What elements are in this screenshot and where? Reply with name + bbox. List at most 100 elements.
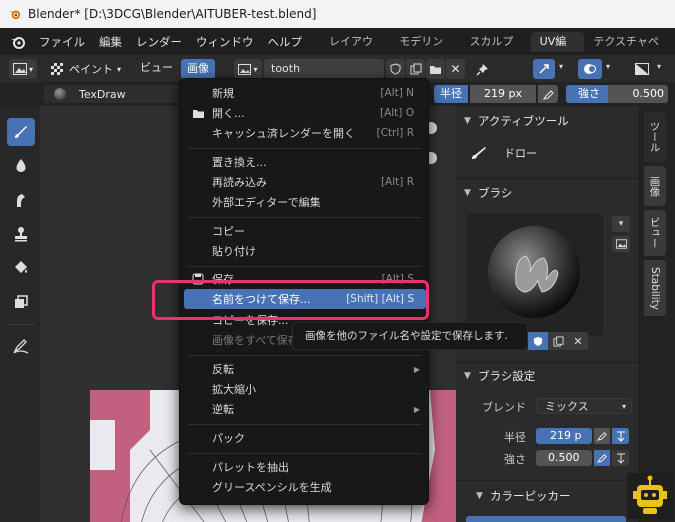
shield-icon [533,336,543,346]
bucket-icon [15,261,27,273]
menu-item-open-cached-render[interactable]: キャッシュ済レンダーを開く [Ctrl] R [184,123,426,143]
tab-tool[interactable]: ツール [644,112,666,162]
submenu-arrow-icon: ▶ [413,404,420,414]
view-menu[interactable]: ビュー [134,59,179,75]
brush-strength-pressure-button[interactable] [594,450,610,466]
window-title: Blender* [D:\3DCG\Blender\AITUBER-test.b… [28,7,317,21]
duplicate-image-button[interactable] [406,59,425,79]
menu-item-generate-grease-pencil[interactable]: グリースペンシルを生成 [184,477,426,497]
brush-settings-header[interactable]: ▼ ブラシ設定 [456,365,639,387]
fake-user-button[interactable] [386,59,405,79]
brush-radius-unit-button[interactable] [612,428,629,444]
menu-item-new[interactable]: 新規 [Alt] N [184,83,426,103]
menu-item-flip[interactable]: 反転 ▶ [184,359,426,379]
chevron-down-icon[interactable]: ▾ [657,62,661,71]
menu-file[interactable]: ファイル [32,34,92,50]
menu-item-label: 逆転 [212,403,234,416]
menu-item-open[interactable]: 開く... [Alt] O [184,103,426,123]
active-tool-item[interactable]: ドロー [470,144,537,162]
menu-item-pack[interactable]: パック [184,428,426,448]
tool-clone[interactable] [7,220,35,248]
unlink-image-button[interactable]: ✕ [446,59,465,79]
tab-image[interactable]: 画像 [644,166,666,206]
image-browse-button[interactable]: ▾ [234,59,262,79]
open-image-button[interactable] [426,59,445,79]
menu-edit[interactable]: 編集 [92,34,129,50]
menu-item-replace[interactable]: 置き換え... [184,152,426,172]
folder-icon [193,109,204,118]
overlay-button[interactable] [578,59,602,79]
brush-radius-field[interactable]: 219 p [536,428,592,444]
strength-unit-icon [616,453,625,464]
pin-button[interactable] [472,59,492,79]
mode-selector[interactable]: ペイント ▾ [44,59,128,79]
smear-icon [17,194,25,207]
menu-item-edit-externally[interactable]: 外部エディターで編集 [184,192,426,212]
menu-item-shortcut: [Ctrl] R [376,127,414,139]
brush-unlink-button[interactable]: ✕ [568,332,588,350]
chevron-down-icon[interactable]: ▾ [559,62,563,71]
pen-pressure-icon [597,432,607,441]
menu-render[interactable]: レンダー [129,34,189,50]
tool-fill[interactable] [7,254,35,282]
tab-stability[interactable]: Stability [644,260,666,316]
menu-window[interactable]: ウィンドウ [189,34,261,50]
color-picker-header[interactable]: ▼ カラーピッカー [456,485,639,507]
brush-preset-dropdown[interactable]: ▾ [612,216,630,232]
brush-selector[interactable]: TexDraw [44,85,180,103]
brush-section: ▼ ブラシ [456,182,639,204]
top-menubar: ファイル 編集 レンダー ウィンドウ ヘルプ レイアウト モデリング スカルプト… [0,28,675,68]
chevron-down-icon: ▾ [116,64,121,74]
pin-icon [475,63,488,76]
tool-draw[interactable] [7,118,35,146]
brush-sphere-icon [488,226,580,318]
close-icon: ✕ [450,62,461,76]
tool-smear[interactable] [7,186,35,214]
menu-item-extract-palette[interactable]: パレットを抽出 [184,457,426,477]
active-tool-header[interactable]: ▼ アクティブツール [456,110,639,132]
brush-preview[interactable] [466,214,603,336]
brush-duplicate-button[interactable] [548,332,568,350]
tab-modeling[interactable]: モデリング [390,32,460,68]
strength-field[interactable]: 0.500 [608,85,668,103]
image-menu[interactable]: 画像 [181,59,215,79]
tab-view[interactable]: ビュー [644,210,666,256]
image-icon [238,63,252,75]
uv-sync-button[interactable] [533,59,555,79]
color-swatch[interactable] [466,516,626,522]
menu-item-paste[interactable]: 貼り付け [184,241,426,261]
display-channels-button[interactable] [630,59,654,79]
radius-pressure-button[interactable] [538,85,558,103]
toolbar-separator [7,324,35,325]
menu-item-label: 拡大縮小 [212,383,256,396]
menu-item-reload[interactable]: 再読み込み [Alt] R [184,172,426,192]
brush-radius-pressure-button[interactable] [594,428,610,444]
menu-item-label: パック [212,432,245,445]
tab-sculpt[interactable]: スカルプト [460,32,530,68]
image-name-field[interactable]: tooth [264,59,384,78]
radius-field[interactable]: 219 px [470,85,536,103]
blender-logo-icon [9,10,21,20]
blend-dropdown[interactable]: ミックス ▾ [536,398,632,414]
menu-item-invert[interactable]: 逆転 ▶ [184,399,426,419]
editor-type-button[interactable]: ▾ [9,59,37,79]
tool-soften[interactable] [7,152,35,180]
tab-uv-editing[interactable]: UV編集 [530,31,585,68]
blender-menu-icon[interactable] [10,34,26,50]
brush-strength-field[interactable]: 0.500 [536,450,592,466]
tab-texture-paint[interactable]: テクスチャペイ [584,32,675,68]
brush-header[interactable]: ▼ ブラシ [456,182,639,204]
menu-item-resize[interactable]: 拡大縮小 [184,379,426,399]
menu-item-copy[interactable]: コピー [184,221,426,241]
menu-separator [188,355,422,356]
chevron-down-icon[interactable]: ▾ [606,62,610,71]
tab-layout[interactable]: レイアウト [320,32,390,68]
tool-annotate[interactable] [7,332,35,360]
menu-help[interactable]: ヘルプ [261,34,310,50]
brush-fake-user-button[interactable] [528,332,548,350]
save-as-tooltip: 画像を他のファイル名や設定で保存します. [292,322,528,350]
brush-image-button[interactable] [612,236,630,252]
brush-strength-unit-button[interactable] [612,450,629,466]
tool-mask[interactable] [7,288,35,316]
section-divider [456,178,639,179]
